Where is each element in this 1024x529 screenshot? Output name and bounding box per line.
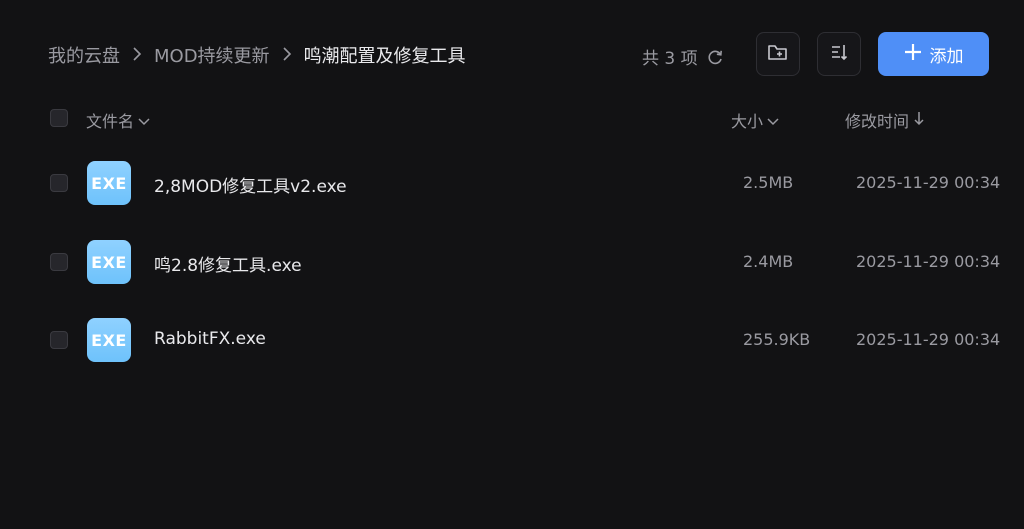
plus-icon [904, 41, 922, 65]
exe-icon-label: EXE [91, 173, 127, 193]
arrow-down-icon [913, 110, 925, 130]
column-header-size[interactable]: 大小 [731, 108, 779, 132]
column-header-name-label: 文件名 [86, 112, 135, 131]
item-count-text: 共 3 项 [642, 49, 698, 69]
file-size: 2.4MB [743, 252, 794, 271]
file-size: 2.5MB [743, 173, 794, 192]
exe-file-icon: EXE [87, 240, 131, 284]
exe-icon-label: EXE [91, 330, 127, 350]
file-name[interactable]: RabbitFX.exe [154, 329, 266, 349]
breadcrumb-item-folder[interactable]: MOD持续更新 [154, 42, 270, 68]
exe-icon-label: EXE [91, 252, 127, 272]
chevron-down-icon [138, 111, 150, 130]
row-checkbox[interactable] [50, 174, 68, 192]
table-row[interactable]: EXE 鸣2.8修复工具.exe 2.4MB 2025-11-29 00:34 [0, 231, 1024, 293]
breadcrumb-item-root[interactable]: 我的云盘 [48, 42, 120, 68]
file-modified-time: 2025-11-29 00:34 [856, 330, 1001, 349]
file-browser: 我的云盘 MOD持续更新 鸣潮配置及修复工具 共 3 项 添加 文件名 大小 修… [0, 0, 1024, 529]
refresh-icon[interactable] [706, 48, 724, 66]
add-button[interactable]: 添加 [878, 32, 989, 76]
item-count: 共 3 项 [642, 44, 724, 69]
column-header-size-label: 大小 [731, 112, 764, 131]
breadcrumb: 我的云盘 MOD持续更新 鸣潮配置及修复工具 [48, 42, 466, 68]
breadcrumb-item-current: 鸣潮配置及修复工具 [303, 46, 466, 67]
chevron-right-icon [132, 46, 142, 65]
file-modified-time: 2025-11-29 00:34 [856, 173, 1001, 192]
table-header: 文件名 大小 修改时间 [0, 104, 1024, 134]
file-name[interactable]: 鸣2.8修复工具.exe [154, 251, 302, 276]
select-all-checkbox[interactable] [50, 109, 68, 127]
add-button-label: 添加 [929, 46, 964, 67]
file-modified-time: 2025-11-29 00:34 [856, 252, 1001, 271]
column-header-name[interactable]: 文件名 [86, 108, 150, 132]
sort-button[interactable] [817, 32, 861, 76]
chevron-right-icon [282, 46, 292, 65]
sort-icon [829, 42, 849, 66]
row-checkbox[interactable] [50, 253, 68, 271]
row-checkbox[interactable] [50, 331, 68, 349]
exe-file-icon: EXE [87, 161, 131, 205]
chevron-down-icon [767, 111, 779, 130]
column-header-time-label: 修改时间 [845, 112, 910, 131]
new-folder-button[interactable] [756, 32, 800, 76]
file-size: 255.9KB [743, 330, 811, 349]
folder-plus-icon [767, 42, 789, 66]
exe-file-icon: EXE [87, 318, 131, 362]
table-row[interactable]: EXE 2,8MOD修复工具v2.exe 2.5MB 2025-11-29 00… [0, 152, 1024, 214]
table-row[interactable]: EXE RabbitFX.exe 255.9KB 2025-11-29 00:3… [0, 309, 1024, 371]
column-header-time[interactable]: 修改时间 [845, 108, 925, 132]
file-name[interactable]: 2,8MOD修复工具v2.exe [154, 172, 347, 197]
